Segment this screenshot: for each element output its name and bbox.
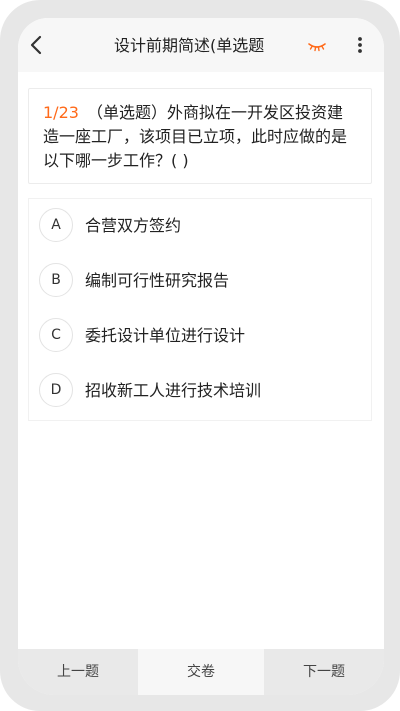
device: 设计前期简述(单选题 1/23 （单选题）外商拟在一开发区投资建造一座工厂，该项… (0, 0, 400, 711)
option-letter: A (39, 208, 73, 242)
option-letter: B (39, 263, 73, 297)
option-letter: D (39, 373, 73, 407)
options-list: A 合营双方签约 B 编制可行性研究报告 C 委托设计单位进行设计 D 招收新工… (28, 198, 372, 421)
question-text-block: 1/23 （单选题）外商拟在一开发区投资建造一座工厂，该项目已立项，此时应做的是以… (43, 101, 357, 173)
question-text: （单选题）外商拟在一开发区投资建造一座工厂，该项目已立项，此时应做的是以下哪一步… (43, 103, 348, 170)
bottom-bar: 上一题 交卷 下一题 (18, 649, 384, 695)
more-button[interactable] (352, 34, 368, 56)
option-letter: C (39, 318, 73, 352)
chevron-left-icon (30, 35, 42, 55)
closed-eye-icon (308, 43, 326, 52)
vertical-ellipsis-icon (358, 37, 362, 53)
option-text: 招收新工人进行技术培训 (85, 381, 262, 400)
screen: 设计前期简述(单选题 1/23 （单选题）外商拟在一开发区投资建造一座工厂，该项… (18, 18, 384, 695)
back-button[interactable] (26, 34, 48, 56)
submit-button[interactable]: 交卷 (138, 649, 264, 695)
option-b[interactable]: B 编制可行性研究报告 (29, 254, 371, 309)
option-text: 编制可行性研究报告 (85, 271, 230, 290)
question-card: 1/23 （单选题）外商拟在一开发区投资建造一座工厂，该项目已立项，此时应做的是以… (28, 88, 372, 184)
option-a[interactable]: A 合营双方签约 (29, 199, 371, 254)
option-text: 委托设计单位进行设计 (85, 326, 246, 345)
next-question-button[interactable]: 下一题 (264, 649, 384, 695)
previous-question-button[interactable]: 上一题 (18, 649, 138, 695)
top-bar: 设计前期简述(单选题 (18, 18, 384, 72)
page-title: 设计前期简述(单选题 (114, 36, 265, 55)
option-d[interactable]: D 招收新工人进行技术培训 (29, 364, 371, 419)
hide-answer-button[interactable] (306, 36, 328, 54)
question-index: 1/23 (43, 103, 79, 122)
phone-frame: 设计前期简述(单选题 1/23 （单选题）外商拟在一开发区投资建造一座工厂，该项… (0, 0, 400, 711)
option-text: 合营双方签约 (85, 216, 182, 235)
option-c[interactable]: C 委托设计单位进行设计 (29, 309, 371, 364)
